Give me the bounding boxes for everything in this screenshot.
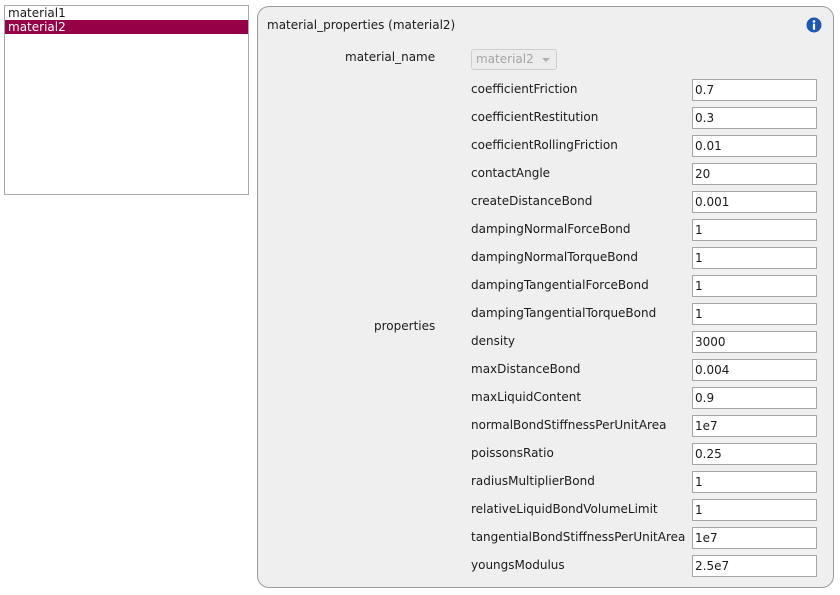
panel-title: material_properties (material2): [267, 18, 456, 32]
property-row: youngsModulus: [471, 555, 821, 583]
property-name: maxDistanceBond: [471, 362, 581, 376]
chevron-down-icon: [542, 58, 550, 62]
property-value-input[interactable]: [692, 499, 817, 521]
property-name: dampingNormalTorqueBond: [471, 250, 639, 264]
property-value-input[interactable]: [692, 471, 817, 493]
property-name: coefficientFriction: [471, 82, 578, 96]
property-name: density: [471, 334, 515, 348]
property-name: normalBondStiffnessPerUnitArea: [471, 418, 667, 432]
property-row: dampingNormalTorqueBond: [471, 247, 821, 275]
property-name: dampingTangentialForceBond: [471, 278, 649, 292]
property-name: relativeLiquidBondVolumeLimit: [471, 502, 658, 516]
property-value-input[interactable]: [692, 219, 817, 241]
property-row: poissonsRatio: [471, 443, 821, 471]
list-item-material2[interactable]: material2: [5, 20, 248, 34]
properties-table: coefficientFriction coefficientRestitutio…: [471, 79, 821, 583]
property-row: tangentialBondStiffnessPerUnitArea: [471, 527, 821, 555]
material-name-value: material2: [476, 52, 534, 66]
property-name: poissonsRatio: [471, 446, 554, 460]
property-row: radiusMultiplierBond: [471, 471, 821, 499]
property-row: normalBondStiffnessPerUnitArea: [471, 415, 821, 443]
list-item-material1[interactable]: material1: [5, 6, 248, 20]
property-value-input[interactable]: [692, 527, 817, 549]
material-name-label: material_name: [345, 50, 436, 64]
property-value-input[interactable]: [692, 275, 817, 297]
property-row: relativeLiquidBondVolumeLimit: [471, 499, 821, 527]
property-value-input[interactable]: [692, 303, 817, 325]
property-value-input[interactable]: [692, 443, 817, 465]
property-name: createDistanceBond: [471, 194, 593, 208]
property-row: dampingNormalForceBond: [471, 219, 821, 247]
property-value-input[interactable]: [692, 163, 817, 185]
property-name: coefficientRestitution: [471, 110, 599, 124]
property-name: maxLiquidContent: [471, 390, 582, 404]
property-value-input[interactable]: [692, 135, 817, 157]
property-row: coefficientRestitution: [471, 107, 821, 135]
property-row: dampingTangentialForceBond: [471, 275, 821, 303]
property-value-input[interactable]: [692, 107, 817, 129]
materials-list[interactable]: material1 material2: [4, 5, 249, 195]
material-properties-panel: material_properties (material2) material…: [257, 6, 834, 588]
material-name-dropdown[interactable]: material2: [471, 49, 557, 70]
property-name: coefficientRollingFriction: [471, 138, 618, 152]
property-name: radiusMultiplierBond: [471, 474, 595, 488]
property-value-input[interactable]: [692, 555, 817, 577]
property-value-input[interactable]: [692, 79, 817, 101]
property-row: coefficientRollingFriction: [471, 135, 821, 163]
property-value-input[interactable]: [692, 387, 817, 409]
property-row: density: [471, 331, 821, 359]
property-value-input[interactable]: [692, 331, 817, 353]
property-value-input[interactable]: [692, 415, 817, 437]
property-name: dampingNormalForceBond: [471, 222, 631, 236]
property-value-input[interactable]: [692, 359, 817, 381]
property-name: dampingTangentialTorqueBond: [471, 306, 657, 320]
property-row: maxDistanceBond: [471, 359, 821, 387]
property-row: contactAngle: [471, 163, 821, 191]
property-row: coefficientFriction: [471, 79, 821, 107]
property-row: dampingTangentialTorqueBond: [471, 303, 821, 331]
property-value-input[interactable]: [692, 247, 817, 269]
property-name: youngsModulus: [471, 558, 565, 572]
property-value-input[interactable]: [692, 191, 817, 213]
properties-label: properties: [374, 319, 436, 333]
info-icon[interactable]: [806, 17, 822, 33]
property-row: maxLiquidContent: [471, 387, 821, 415]
property-name: contactAngle: [471, 166, 551, 180]
property-name: tangentialBondStiffnessPerUnitArea: [471, 530, 686, 544]
property-row: createDistanceBond: [471, 191, 821, 219]
